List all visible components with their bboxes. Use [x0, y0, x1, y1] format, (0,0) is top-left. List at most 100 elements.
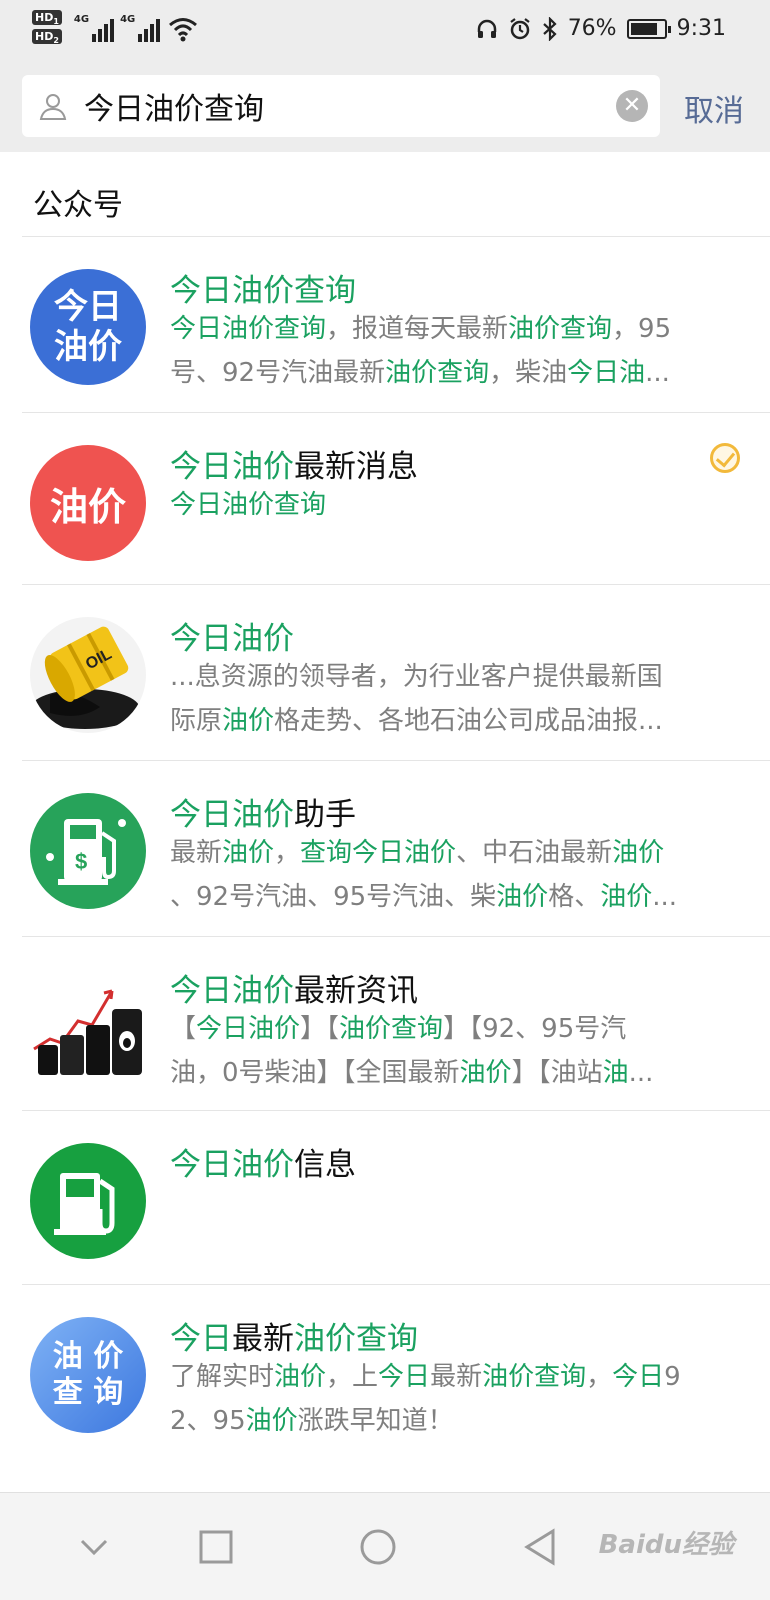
text-segment: ，95: [612, 314, 672, 344]
bluetooth-icon: [542, 16, 557, 41]
text-segment: 最新: [430, 1362, 483, 1392]
text-segment: 油，0号柴油】【全国最新: [170, 1058, 460, 1088]
text-segment: ...: [628, 1058, 654, 1088]
highlight-keyword: 油价: [496, 882, 549, 912]
text-segment: 2、95: [170, 1406, 246, 1436]
result-title: 今日油价最新消息: [170, 441, 418, 486]
text-segment: 】【: [300, 1014, 340, 1044]
wifi-icon: [169, 18, 198, 42]
result-description: 了解实时油价，上今日最新油价查询，今日9 2、95油价涨跌早知道！: [170, 1355, 730, 1443]
nav-recents-button[interactable]: [192, 1523, 240, 1571]
highlight-keyword: 今日油: [567, 358, 646, 388]
highlight-keyword: 今日油价: [170, 973, 294, 1009]
highlight-keyword: 油价: [222, 706, 275, 736]
avatar-youjia-chaxun: 油 价 查 询: [30, 1317, 146, 1433]
highlight-keyword: 油价查询: [482, 1362, 587, 1392]
result-title: 今日油价: [170, 613, 294, 658]
text-segment: ，柴油: [489, 358, 568, 388]
avatar-youjia: 油价: [30, 445, 146, 561]
text-segment: 了解实时: [170, 1362, 275, 1392]
hd-badge-2: HD2: [32, 29, 62, 45]
nav-back-button[interactable]: [516, 1523, 564, 1571]
result-title: 今日油价助手: [170, 789, 356, 834]
result-item[interactable]: 今日油价最新资讯 【今日油价】【油价查询】【92、95号汽 油，0号柴油】【全国…: [0, 937, 770, 1113]
clock-time: 9:31: [676, 16, 726, 41]
result-title: 今日油价查询: [170, 265, 356, 310]
alarm-icon: [510, 17, 530, 39]
highlight-keyword: 查询今日油价: [300, 838, 457, 868]
text-segment: 格走势、各地石油公司成品油报...: [274, 706, 663, 736]
text-segment: 际原: [170, 706, 223, 736]
result-title: 今日油价信息: [170, 1139, 356, 1184]
result-item[interactable]: 今日 油价 今日油价查询 今日油价查询，报道每天最新油价查询，95 号、92号汽…: [0, 237, 770, 413]
highlight-keyword: 今日: [378, 1362, 431, 1392]
text-segment: ，报道每天最新: [326, 314, 509, 344]
result-item[interactable]: 今日油价信息: [0, 1111, 770, 1287]
battery-icon: [626, 18, 671, 39]
result-description: 【今日油价】【油价查询】【92、95号汽 油，0号柴油】【全国最新油价】【油站油…: [170, 1007, 730, 1095]
verified-badge-icon: [710, 443, 740, 473]
signal-icon-1: 4G: [74, 10, 115, 42]
text-segment: 信息: [294, 1147, 356, 1183]
highlight-keyword: 今日油价查询: [170, 314, 327, 344]
result-description: 最新油价，查询今日油价、中石油最新油价 、92号汽油、95号汽油、柴油价格、油价…: [170, 831, 730, 919]
svg-text:$: $: [75, 849, 87, 874]
highlight-keyword: 今日油价: [170, 621, 294, 657]
highlight-keyword: 油价查询: [294, 1321, 418, 1357]
nav-home-button[interactable]: [354, 1523, 402, 1571]
triangle-back-icon: [524, 1528, 555, 1566]
text-segment: ...息资源的领导者，为行业客户提供最新国: [170, 662, 663, 692]
text-segment: 最新: [232, 1321, 294, 1357]
search-header: ✕ 取消: [0, 64, 770, 152]
cancel-button[interactable]: 取消: [684, 86, 744, 130]
text-segment: 涨跌早知道！: [297, 1406, 454, 1436]
text-segment: 最新资讯: [294, 973, 418, 1009]
result-item[interactable]: 油 价 查 询 今日最新油价查询 了解实时油价，上今日最新油价查询，今日9 2、…: [0, 1285, 770, 1461]
nav-hide-button[interactable]: [70, 1523, 118, 1571]
fuel-pump-icon: [30, 1143, 146, 1259]
text-segment: 】【油站: [511, 1058, 603, 1088]
oil-barrels-chart-icon: [30, 969, 146, 1085]
text-segment: 、92号汽油、95号汽油、柴: [170, 882, 497, 912]
text-segment: 最新消息: [294, 449, 418, 485]
result-item[interactable]: 油价 今日油价最新消息 今日油价查询: [0, 413, 770, 589]
highlight-keyword: 油价查询: [339, 1014, 444, 1044]
text-segment: 最新: [170, 838, 223, 868]
highlight-keyword: 油: [602, 1058, 629, 1088]
text-segment: 号、92号汽油最新: [170, 358, 386, 388]
text-segment: ，: [274, 838, 301, 868]
highlight-keyword: 油价: [245, 1406, 298, 1436]
highlight-keyword: 油价: [274, 1362, 327, 1392]
search-box[interactable]: ✕: [22, 75, 660, 137]
text-segment: 助手: [294, 797, 356, 833]
result-description: 今日油价查询: [170, 483, 730, 527]
fuel-pump-dollar-icon: $: [30, 793, 146, 909]
result-item[interactable]: $ 今日油价助手 最新油价，查询今日油价、中石油最新油价 、92号汽油、95号汽…: [0, 761, 770, 937]
highlight-keyword: 油价: [222, 838, 275, 868]
text-segment: 】【92、95号汽: [443, 1014, 627, 1044]
search-input[interactable]: [84, 81, 604, 131]
highlight-keyword: 今日油价查询: [170, 490, 327, 520]
hd-badge-1: HD1: [32, 10, 62, 26]
highlight-keyword: 油价: [600, 882, 653, 912]
watermark-text: Baidu经验: [598, 1530, 734, 1560]
highlight-keyword: 今日油价: [196, 1014, 301, 1044]
highlight-keyword: 油价查询: [508, 314, 613, 344]
square-icon: [199, 1530, 233, 1564]
headphones-icon: [477, 19, 496, 38]
clear-search-icon[interactable]: ✕: [616, 90, 648, 122]
avatar-jinri-youjia: 今日 油价: [30, 269, 146, 385]
highlight-keyword: 油价: [459, 1058, 512, 1088]
text-segment: 格、: [548, 882, 601, 912]
result-item[interactable]: OIL 今日油价 ...息资源的领导者，为行业客户提供最新国 际原油价格走势、各…: [0, 585, 770, 761]
highlight-keyword: 油价: [612, 838, 665, 868]
result-description: 今日油价查询，报道每天最新油价查询，95 号、92号汽油最新油价查询，柴油今日油…: [170, 307, 730, 395]
result-title: 今日最新油价查询: [170, 1313, 418, 1358]
result-description: ...息资源的领导者，为行业客户提供最新国 际原油价格走势、各地石油公司成品油报…: [170, 655, 730, 743]
chevron-down-icon: [80, 1539, 108, 1556]
oil-barrel-icon: OIL: [30, 617, 146, 733]
highlight-keyword: 今日油价查询: [170, 273, 356, 309]
status-bar: HD1 HD2 4G 4G 76% 9:31: [0, 0, 770, 64]
result-title: 今日油价最新资讯: [170, 965, 418, 1010]
text-segment: ，: [586, 1362, 613, 1392]
